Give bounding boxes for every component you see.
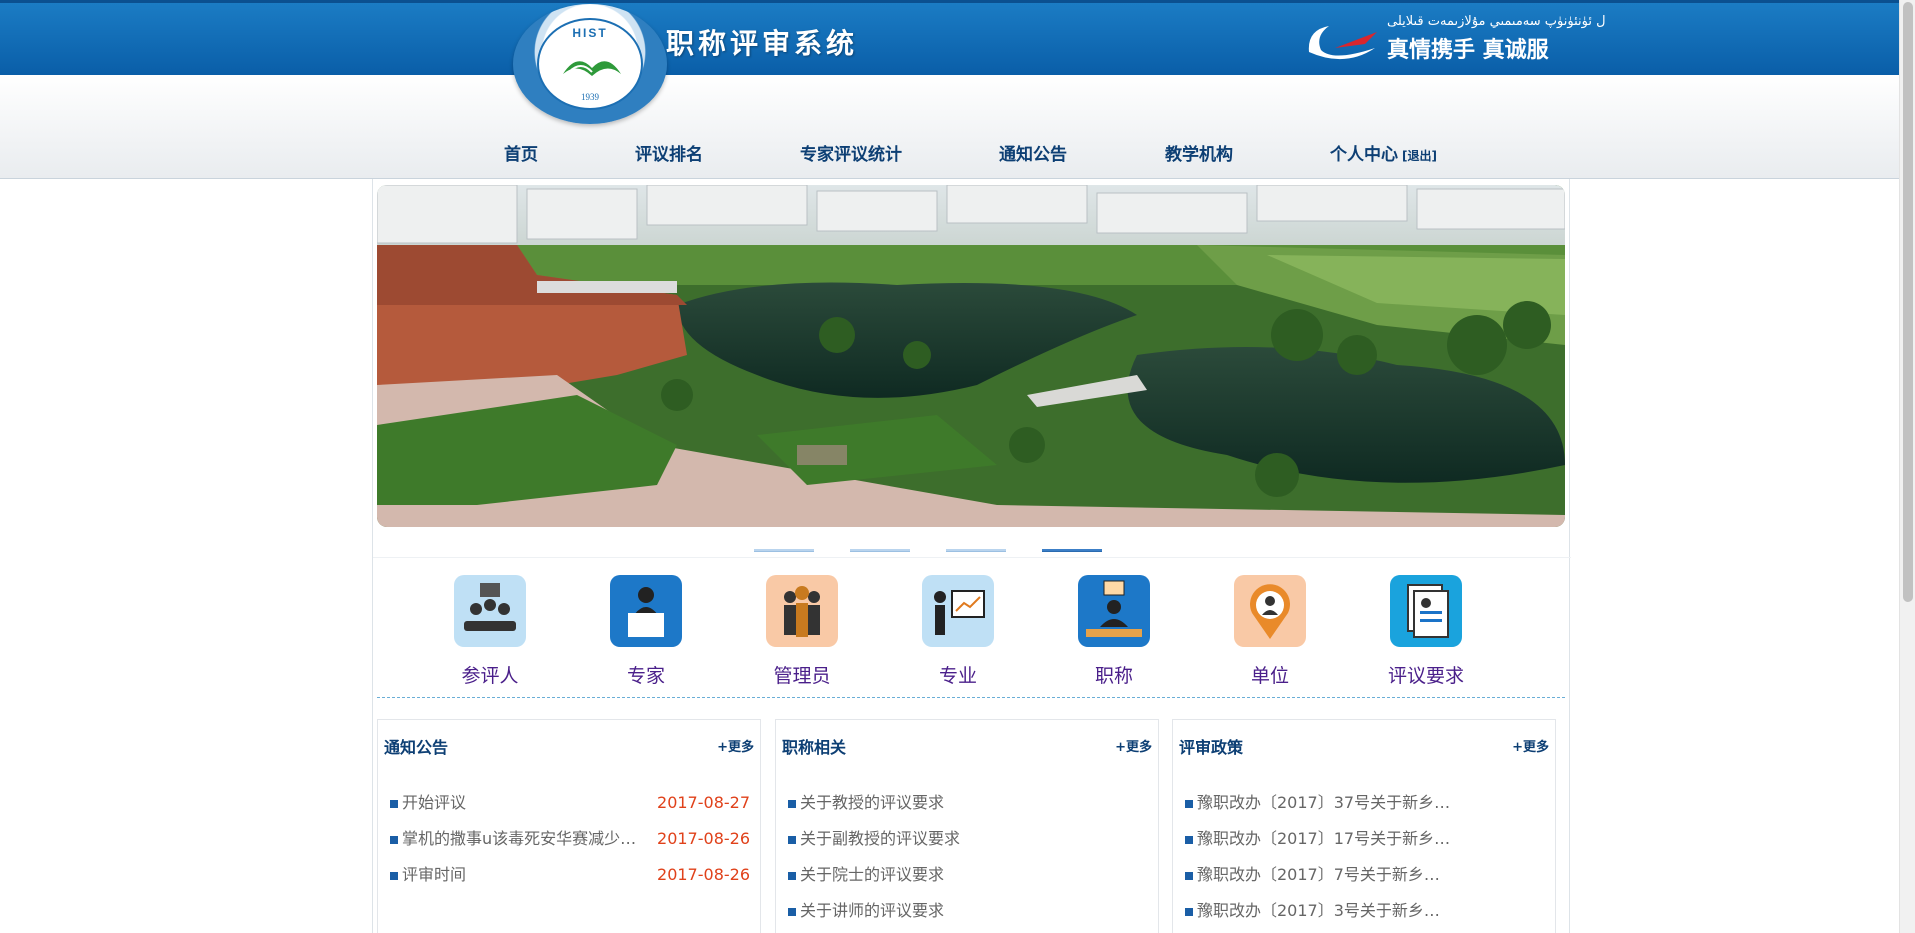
list-item[interactable]: 掌机的撒事u该毒死安华赛减少… 2017-08-26 <box>390 826 750 862</box>
meeting-icon <box>454 575 526 647</box>
quick-link-unit[interactable]: 单位 <box>1198 575 1328 687</box>
list-item[interactable]: 豫职改办〔2017〕7号关于新乡… <box>1185 862 1545 898</box>
presentation-board-icon <box>922 575 994 647</box>
vertical-scrollbar[interactable] <box>1899 0 1915 933</box>
site-title: 职称评审系统 <box>666 27 859 60</box>
bullet-icon <box>788 872 796 880</box>
nav-institutions[interactable]: 教学机构 <box>1165 140 1233 165</box>
quick-links: 参评人 专家 管理员 专业 职称 单位 评议要求 <box>373 575 1571 687</box>
panel-title: 评审政策 <box>1179 738 1244 757</box>
bullet-icon <box>1185 836 1193 844</box>
panel-title-related: 职称相关 +更多 关于教授的评议要求 关于副教授的评议要求 关于院士的评议要求 … <box>775 719 1159 933</box>
quick-link-label: 职称 <box>1094 665 1133 687</box>
document-profile-icon <box>1390 575 1462 647</box>
quick-link-label: 参评人 <box>461 665 519 687</box>
nav-personal-center-label: 个人中心 <box>1330 145 1398 165</box>
panel-review-policy: 评审政策 +更多 豫职改办〔2017〕37号关于新乡… 豫职改办〔2017〕17… <box>1172 719 1556 933</box>
list-item[interactable]: 关于教授的评议要求 <box>788 790 1148 826</box>
panel-title: 通知公告 <box>384 738 449 757</box>
slogan: ل ئۈنئۈنۈپ سەمىمىي مۇلازىمەت قىلايلى 真情携… <box>1305 10 1606 66</box>
nav-notices[interactable]: 通知公告 <box>999 140 1067 165</box>
quick-link-label: 管理员 <box>773 665 831 687</box>
policy-list: 豫职改办〔2017〕37号关于新乡… 豫职改办〔2017〕17号关于新乡… 豫职… <box>1185 790 1545 933</box>
lecturer-desk-icon <box>1078 575 1150 647</box>
dashed-divider <box>377 697 1565 698</box>
logo-year: 1939 <box>581 92 599 102</box>
more-link[interactable]: +更多 <box>1115 736 1152 755</box>
quick-link-label: 单位 <box>1250 665 1289 687</box>
carousel-dot-4[interactable] <box>1042 549 1102 552</box>
nav-personal-center[interactable]: 个人中心 [退出] <box>1330 140 1437 165</box>
carousel-dot-3[interactable] <box>946 549 1006 552</box>
title-related-list: 关于教授的评议要求 关于副教授的评议要求 关于院士的评议要求 关于讲师的评议要求 <box>788 790 1148 933</box>
logout-link[interactable]: [退出] <box>1402 149 1437 163</box>
list-item[interactable]: 关于讲师的评议要求 <box>788 898 1148 933</box>
scrollbar-thumb[interactable] <box>1903 2 1913 602</box>
quick-link-title[interactable]: 职称 <box>1042 575 1172 687</box>
divider <box>373 557 1571 558</box>
podium-speaker-icon <box>610 575 682 647</box>
nav-home[interactable]: 首页 <box>504 140 538 165</box>
book-leaf-icon <box>563 61 621 76</box>
bullet-icon <box>390 800 398 808</box>
main-content: 参评人 专家 管理员 专业 职称 单位 评议要求 通知公告 +更多 开始评议 2… <box>372 179 1571 933</box>
list-item[interactable]: 关于副教授的评议要求 <box>788 826 1148 862</box>
location-person-icon <box>1234 575 1306 647</box>
list-item[interactable]: 豫职改办〔2017〕3号关于新乡… <box>1185 898 1545 933</box>
logo-inner: HIST 1939 <box>537 18 643 110</box>
main-nav: 首页 评议排名 专家评议统计 通知公告 教学机构 个人中心 [退出] <box>0 140 1899 170</box>
notice-list: 开始评议 2017-08-27 掌机的撒事u该毒死安华赛减少… 2017-08-26… <box>390 790 750 898</box>
bullet-icon <box>1185 800 1193 808</box>
quick-link-participant[interactable]: 参评人 <box>418 575 548 687</box>
header-bar <box>0 0 1899 75</box>
quick-link-label: 评议要求 <box>1387 665 1464 687</box>
quick-link-label: 专家 <box>626 665 665 687</box>
quick-link-expert[interactable]: 专家 <box>574 575 704 687</box>
bullet-icon <box>390 836 398 844</box>
campus-photo <box>377 185 1565 527</box>
list-item[interactable]: 开始评议 2017-08-27 <box>390 790 750 826</box>
list-item[interactable]: 关于院士的评议要求 <box>788 862 1148 898</box>
list-item[interactable]: 评审时间 2017-08-26 <box>390 862 750 898</box>
nav-expert-stats[interactable]: 专家评议统计 <box>800 140 902 165</box>
panel-notices: 通知公告 +更多 开始评议 2017-08-27 掌机的撒事u该毒死安华赛减少… 2… <box>377 719 761 933</box>
slogan-chinese: 真情携手 真诚服 <box>1387 37 1549 63</box>
bullet-icon <box>788 908 796 916</box>
bullet-icon <box>788 800 796 808</box>
swoosh-logo-icon <box>1308 26 1377 60</box>
slogan-uyghur: ل ئۈنئۈنۈپ سەمىمىي مۇلازىمەت قىلايلى <box>1387 14 1606 29</box>
quick-link-review-requirements[interactable]: 评议要求 <box>1354 575 1484 687</box>
team-people-icon <box>766 575 838 647</box>
more-link[interactable]: +更多 <box>717 736 754 755</box>
page: HIST 1939 职称评审系统 ل ئۈنئۈنۈپ سەمىمىي مۇلا… <box>0 0 1915 933</box>
school-logo: HIST 1939 <box>513 4 667 124</box>
campus-banner-image <box>377 185 1565 527</box>
bullet-icon <box>390 872 398 880</box>
carousel-dot-2[interactable] <box>850 549 910 552</box>
nav-ranking[interactable]: 评议排名 <box>635 140 703 165</box>
carousel-dot-1[interactable] <box>754 549 814 552</box>
quick-link-admin[interactable]: 管理员 <box>730 575 860 687</box>
list-item[interactable]: 豫职改办〔2017〕17号关于新乡… <box>1185 826 1545 862</box>
carousel-indicators <box>373 549 1571 557</box>
list-item[interactable]: 豫职改办〔2017〕37号关于新乡… <box>1185 790 1545 826</box>
panel-title: 职称相关 <box>782 738 847 757</box>
logo-acronym: HIST <box>572 26 608 40</box>
bullet-icon <box>788 836 796 844</box>
quick-link-label: 专业 <box>938 665 977 687</box>
bullet-icon <box>1185 872 1193 880</box>
more-link[interactable]: +更多 <box>1512 736 1549 755</box>
bullet-icon <box>1185 908 1193 916</box>
quick-link-major[interactable]: 专业 <box>886 575 1016 687</box>
